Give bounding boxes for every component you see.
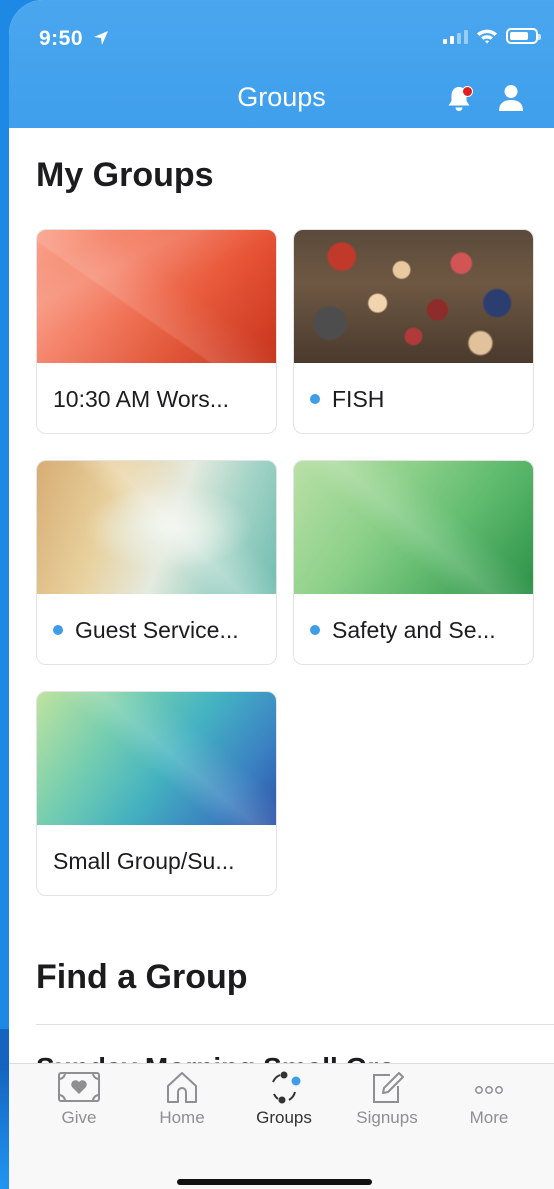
give-icon bbox=[58, 1072, 100, 1102]
group-name: Safety and Se... bbox=[332, 616, 496, 643]
tab-label: Give bbox=[61, 1108, 97, 1127]
my-groups-heading: My Groups bbox=[36, 156, 214, 194]
location-arrow-icon bbox=[94, 31, 109, 45]
group-name-row: Small Group/Su... bbox=[37, 825, 276, 895]
tab-label: Groups bbox=[256, 1108, 312, 1127]
divider bbox=[36, 1024, 554, 1025]
notifications-button[interactable] bbox=[444, 84, 474, 114]
more-icon bbox=[475, 1086, 503, 1094]
tab-give[interactable]: Give bbox=[34, 1070, 124, 1150]
group-card[interactable]: 10:30 AM Wors... bbox=[36, 229, 277, 434]
person-icon bbox=[499, 85, 523, 111]
group-name: Guest Service... bbox=[75, 616, 239, 643]
find-group-heading: Find a Group bbox=[36, 958, 248, 996]
find-group-list-item[interactable]: Sunday Morning Small Gro... bbox=[36, 1052, 419, 1063]
group-name-row: FISH bbox=[294, 363, 533, 433]
groups-icon bbox=[272, 1071, 301, 1104]
notification-badge bbox=[462, 86, 473, 97]
group-name-row: Safety and Se... bbox=[294, 594, 533, 664]
app-screen: 9:50 Groups My Groups 10:30 AM Wors... F… bbox=[9, 0, 554, 1189]
group-image bbox=[294, 461, 533, 594]
chevron-right-icon: › bbox=[524, 1056, 532, 1063]
group-image bbox=[37, 230, 276, 363]
group-card[interactable]: Guest Service... bbox=[36, 460, 277, 665]
cellular-signal-icon bbox=[443, 28, 468, 44]
unread-indicator bbox=[53, 625, 63, 635]
group-card[interactable]: Safety and Se... bbox=[293, 460, 534, 665]
group-photo bbox=[294, 230, 533, 363]
tab-label: Signups bbox=[356, 1108, 418, 1127]
status-icons bbox=[443, 28, 541, 44]
tab-more[interactable]: More bbox=[444, 1070, 534, 1150]
group-image bbox=[37, 692, 276, 825]
status-time-text: 9:50 bbox=[39, 27, 84, 50]
tab-groups[interactable]: Groups bbox=[239, 1070, 329, 1150]
top-header: 9:50 Groups bbox=[9, 0, 554, 128]
group-card[interactable]: FISH bbox=[293, 229, 534, 434]
tab-label: More bbox=[469, 1108, 509, 1127]
groups-content[interactable]: My Groups 10:30 AM Wors... FISH Guest Se… bbox=[9, 128, 554, 1063]
unread-indicator bbox=[310, 625, 320, 635]
group-name: Small Group/Su... bbox=[53, 847, 235, 874]
tab-home[interactable]: Home bbox=[137, 1070, 227, 1150]
profile-button[interactable] bbox=[498, 84, 524, 112]
battery-icon bbox=[506, 28, 541, 44]
group-image bbox=[37, 461, 276, 594]
signups-icon bbox=[373, 1072, 404, 1103]
unread-indicator bbox=[310, 394, 320, 404]
home-indicator[interactable] bbox=[177, 1179, 372, 1185]
group-name: FISH bbox=[332, 385, 385, 412]
group-name-row: Guest Service... bbox=[37, 594, 276, 664]
wifi-icon bbox=[477, 29, 497, 44]
tab-label: Home bbox=[159, 1108, 205, 1127]
group-name: 10:30 AM Wors... bbox=[53, 385, 229, 412]
group-card[interactable]: Small Group/Su... bbox=[36, 691, 277, 896]
group-name-row: 10:30 AM Wors... bbox=[37, 363, 276, 433]
tab-signups[interactable]: Signups bbox=[342, 1070, 432, 1150]
home-icon bbox=[167, 1072, 197, 1103]
status-bar-time: 9:50 bbox=[39, 27, 109, 51]
tab-bar: Give Home Groups Signups More bbox=[9, 1063, 554, 1189]
